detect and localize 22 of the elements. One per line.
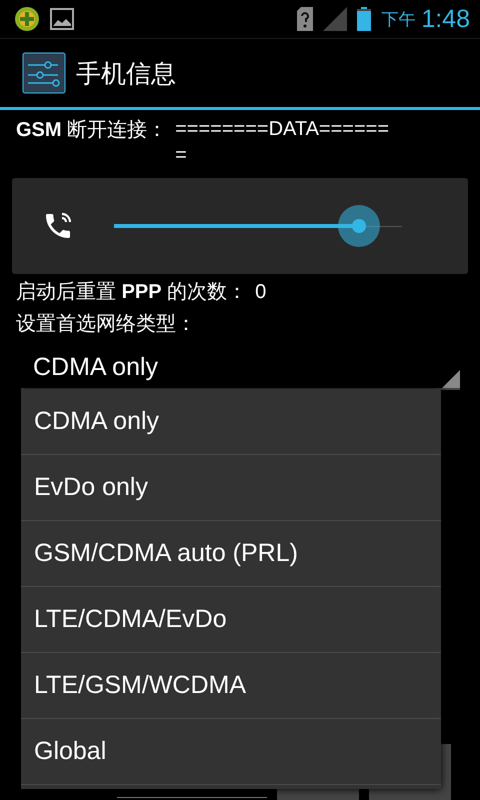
gsm-disconnect-label: GSM 断开连接： (16, 118, 168, 143)
slider-thumb[interactable] (338, 205, 380, 247)
time-period: 下午 (381, 8, 416, 30)
network-option[interactable]: LTE/CDMA/EvDo (21, 587, 441, 653)
gsm-disconnect-value: ========DATA====== = (175, 117, 390, 168)
network-type-label: 设置首选网络类型： (16, 312, 196, 337)
battery-icon (357, 7, 372, 31)
ppp-reset-label: 启动后重置 PPP 的次数： (16, 280, 248, 305)
signal-icon (323, 7, 348, 31)
screen-title: 手机信息 (76, 58, 176, 90)
network-option[interactable]: CDMA only (21, 389, 441, 455)
network-option[interactable]: GSM/CDMA auto (PRL) (21, 521, 441, 587)
dropdown-corner-icon (442, 370, 460, 388)
sim-card-icon (297, 7, 314, 31)
settings-sliders-icon[interactable] (22, 52, 66, 94)
app-logo-icon[interactable] (14, 6, 40, 32)
clock: 1:48 (421, 4, 470, 34)
ppp-reset-value: 0 (255, 280, 266, 305)
network-option[interactable]: EvDo only (21, 455, 441, 521)
network-option[interactable]: Global (21, 719, 441, 785)
network-option[interactable]: LTE/GSM/WCDMA (21, 653, 441, 719)
image-icon[interactable] (50, 8, 74, 30)
